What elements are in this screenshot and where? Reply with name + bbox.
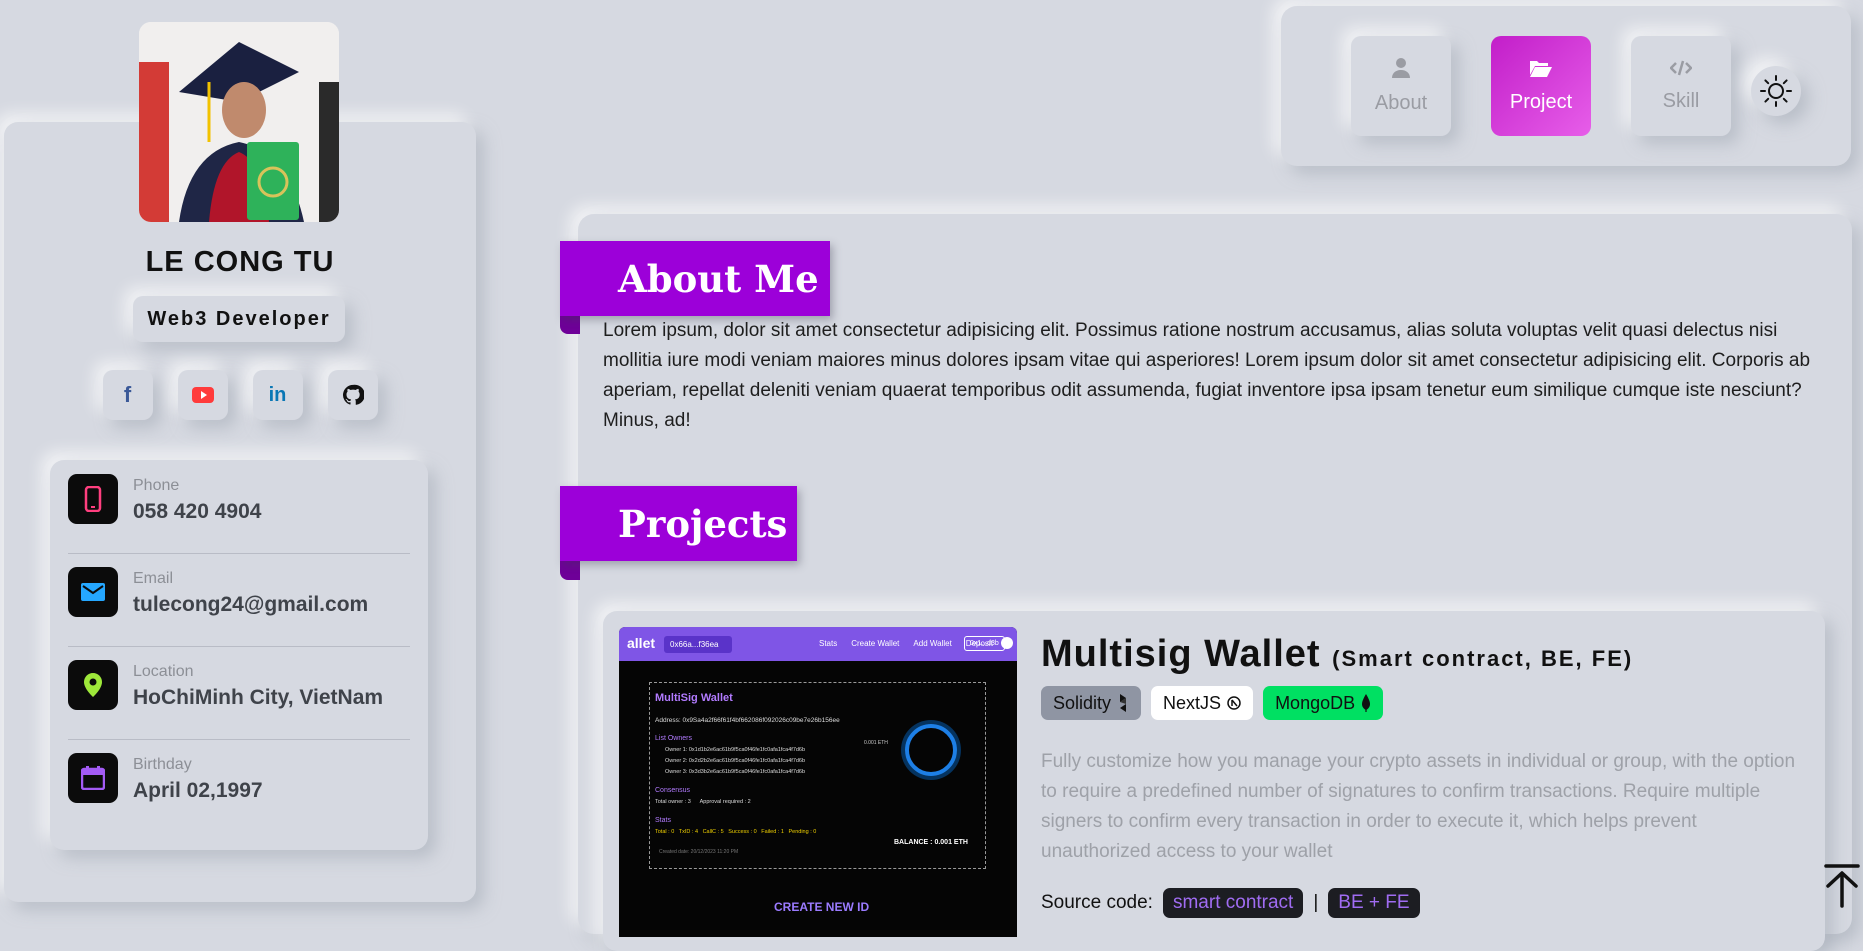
screenshot-owner-3: Owner 3: 0x3d3b2e6ac61b9f5ca0f46fe1fc0af… xyxy=(665,769,806,775)
about-heading: About Me xyxy=(560,241,830,316)
location-value: HoChiMinh City, VietNam xyxy=(133,686,384,709)
screenshot-toggle xyxy=(1001,637,1013,649)
mongodb-leaf-icon xyxy=(1362,694,1371,712)
about-ribbon-tail xyxy=(560,314,580,334)
screenshot-logo: allet xyxy=(627,635,656,651)
tag-nextjs-label: NextJS xyxy=(1163,692,1222,713)
project-subtitle: (Smart contract, BE, FE) xyxy=(1332,646,1634,671)
screenshot-create-button: CREATE NEW ID xyxy=(774,900,870,914)
screenshot-owner-2: Owner 2: 0x2d2b2e6ac61b9f5ca0f46fe1fc0af… xyxy=(665,758,806,764)
profile-role-badge: Web3 Developer xyxy=(133,296,345,342)
screenshot-stats: Stats xyxy=(655,817,671,824)
screenshot-consensus-text: Total owner : 3 Approval required : 2 xyxy=(655,799,751,805)
facebook-link[interactable]: f xyxy=(102,370,153,420)
screenshot-menu-add: Add Wallet xyxy=(913,639,952,648)
youtube-icon xyxy=(191,387,214,403)
contact-birthday: Birthday April 02,1997 xyxy=(68,739,410,832)
tag-solidity: Solidity xyxy=(1041,686,1142,720)
source-link-smart-contract[interactable]: smart contract xyxy=(1162,888,1304,918)
screenshot-panel-title: MultiSig Wallet xyxy=(655,692,733,704)
screenshot-account: 0x66a...f36ea xyxy=(664,636,733,653)
top-navigation: About Project Skill xyxy=(1281,6,1851,166)
project-title: Multisig Wallet (Smart contract, BE, FE) xyxy=(1041,633,1633,676)
nav-about[interactable]: About xyxy=(1351,36,1451,136)
nav-skill[interactable]: Skill xyxy=(1631,36,1731,136)
nav-about-label: About xyxy=(1374,91,1428,114)
phone-icon xyxy=(68,474,118,524)
tag-mongodb-label: MongoDB xyxy=(1275,692,1356,713)
screenshot-owner-1: Owner 1: 0x1d1b2e6ac61b9f5ca0f46fe1fc0af… xyxy=(665,747,806,753)
nav-project-label: Project xyxy=(1509,90,1573,113)
github-link[interactable] xyxy=(327,370,378,420)
screenshot-address: Address: 0x9Sa4a2f66f61f4bf662086f092026… xyxy=(655,717,840,724)
screenshot-balance: BALANCE : 0.001 ETH xyxy=(894,839,968,846)
screenshot-menu-stats: Stats xyxy=(819,639,838,648)
nav-skill-label: Skill xyxy=(1662,89,1700,112)
screenshot-created: Created date: 20/12/2023 11:20 PM xyxy=(659,849,739,855)
project-screenshot[interactable]: allet 0x66a...f36ea Stats Create Wallet … xyxy=(619,627,1017,937)
profile-photo xyxy=(139,22,339,222)
facebook-icon: f xyxy=(123,382,132,407)
social-links: f in xyxy=(0,370,480,420)
location-icon xyxy=(68,660,118,710)
source-link-be-fe[interactable]: BE + FE xyxy=(1328,888,1420,918)
email-label: Email xyxy=(133,570,174,587)
source-label: Source code: xyxy=(1041,892,1153,913)
tag-mongodb: MongoDB xyxy=(1263,686,1384,720)
phone-label: Phone xyxy=(133,477,180,494)
birthday-label: Birthday xyxy=(133,756,192,773)
solidity-icon xyxy=(1120,694,1127,712)
sun-icon xyxy=(1760,75,1792,107)
project-source: Source code: smart contract | BE + FE xyxy=(1041,888,1420,918)
screenshot-ring xyxy=(905,724,957,776)
contact-phone: Phone 058 420 4904 xyxy=(68,460,410,554)
folder-open-icon xyxy=(1530,60,1552,77)
source-separator: | xyxy=(1313,892,1319,913)
user-icon xyxy=(1392,57,1410,78)
screenshot-chip: 0x1...d3b xyxy=(964,636,1005,651)
code-icon xyxy=(1670,60,1692,75)
tag-solidity-label: Solidity xyxy=(1053,692,1112,713)
linkedin-icon: in xyxy=(268,383,287,406)
nextjs-icon xyxy=(1227,696,1241,710)
email-value: tulecong24@gmail.com xyxy=(133,593,369,616)
contact-location: Location HoChiMinh City, VietNam xyxy=(68,646,410,740)
profile-name: LE CONG TU xyxy=(145,246,335,278)
screenshot-circle-text: 0.001 ETH xyxy=(864,740,888,746)
screenshot-list-owners: List Owners xyxy=(655,735,692,742)
projects-ribbon-tail xyxy=(560,560,580,580)
project-description: Fully customize how you manage your cryp… xyxy=(1041,751,1796,862)
youtube-link[interactable] xyxy=(177,370,228,420)
mail-icon xyxy=(68,567,118,617)
about-text: Lorem ipsum, dolor sit amet consectetur … xyxy=(603,320,1811,431)
birthday-value: April 02,1997 xyxy=(133,779,263,802)
project-title-text: Multisig Wallet xyxy=(1041,633,1321,675)
project-card: allet 0x66a...f36ea Stats Create Wallet … xyxy=(603,611,1825,951)
projects-heading: Projects xyxy=(560,486,797,561)
tech-tags: Solidity NextJS MongoDB xyxy=(1041,686,1384,720)
screenshot-menu-create: Create Wallet xyxy=(851,639,900,648)
screenshot-stats-text: Total : 0 TxID : 4 CallC : 5 Success : 0… xyxy=(655,829,817,835)
calendar-icon xyxy=(68,753,118,803)
contact-email: Email tulecong24@gmail.com xyxy=(68,553,410,647)
tag-nextjs: NextJS xyxy=(1151,686,1254,720)
github-icon xyxy=(342,384,364,405)
phone-value: 058 420 4904 xyxy=(133,500,262,523)
theme-toggle[interactable] xyxy=(1751,66,1801,116)
contact-card: Phone 058 420 4904 Email tulecong24@gmai… xyxy=(50,460,428,850)
location-label: Location xyxy=(133,663,194,680)
screenshot-consensus: Consensus xyxy=(655,787,691,794)
nav-project[interactable]: Project xyxy=(1491,36,1591,136)
back-to-top-icon[interactable] xyxy=(1822,862,1862,908)
linkedin-link[interactable]: in xyxy=(252,370,303,420)
